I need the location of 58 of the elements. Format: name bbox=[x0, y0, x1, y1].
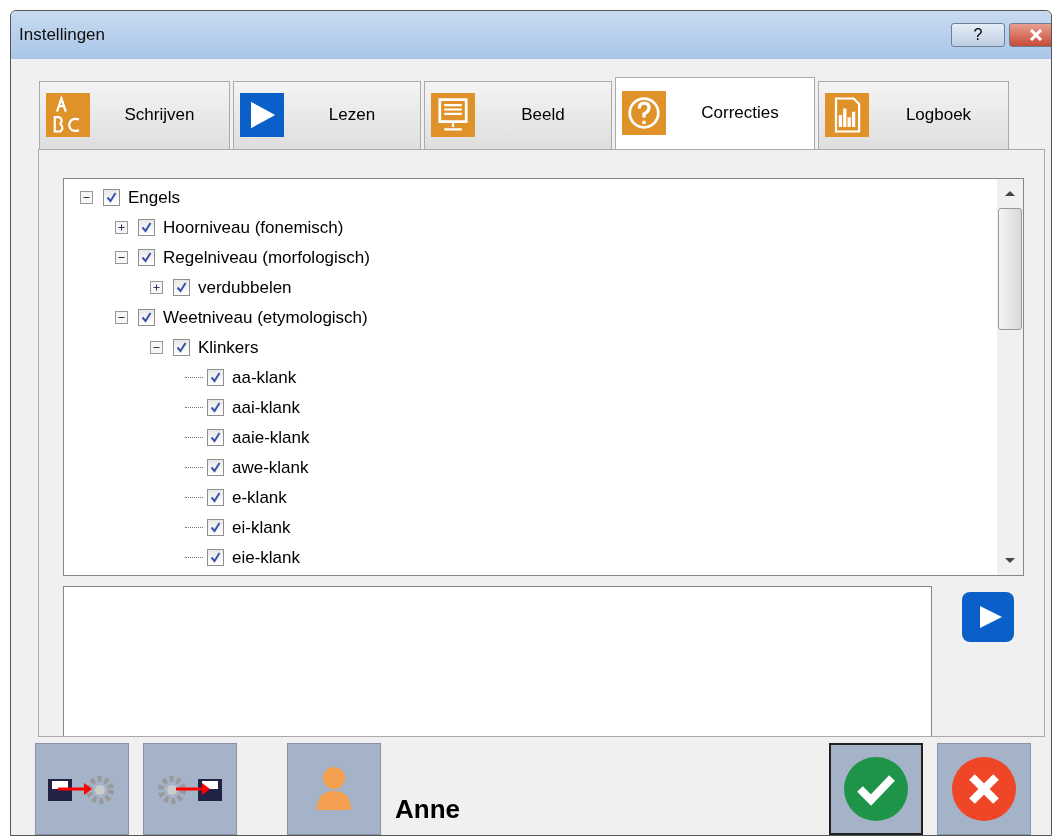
checkbox[interactable] bbox=[207, 459, 224, 477]
scrollbar[interactable] bbox=[997, 178, 1023, 575]
user-name: Anne bbox=[395, 793, 460, 825]
help-button[interactable]: ? bbox=[951, 22, 1005, 47]
cross-icon bbox=[951, 756, 1017, 822]
collapse-toggle[interactable] bbox=[115, 311, 128, 325]
checkbox[interactable] bbox=[207, 429, 224, 447]
tree-item-label[interactable]: e-klank bbox=[232, 487, 287, 508]
tree-item-label[interactable]: eie-klank bbox=[232, 547, 301, 568]
scroll-thumb[interactable] bbox=[998, 207, 1022, 330]
checkbox[interactable] bbox=[103, 189, 120, 207]
tree-item-label[interactable]: Regelniveau (morfologisch) bbox=[163, 247, 370, 268]
tab[interactable]: Schrijven bbox=[39, 80, 230, 149]
bar-chart-icon bbox=[825, 93, 869, 138]
checkbox[interactable] bbox=[207, 369, 224, 387]
scroll-up-icon[interactable] bbox=[1005, 190, 1015, 196]
checkbox[interactable] bbox=[138, 309, 155, 327]
collapse-toggle[interactable] bbox=[150, 341, 163, 355]
checkbox[interactable] bbox=[173, 339, 190, 357]
import-settings-button[interactable] bbox=[35, 743, 129, 835]
tree-item-label[interactable]: aai-klank bbox=[232, 397, 301, 418]
tree-item-label[interactable]: Engels bbox=[128, 187, 180, 208]
checkbox[interactable] bbox=[207, 399, 224, 417]
expand-toggle[interactable] bbox=[115, 221, 128, 235]
scroll-down-icon[interactable] bbox=[1005, 557, 1015, 563]
collapse-toggle[interactable] bbox=[80, 191, 93, 205]
tab[interactable]: Correcties bbox=[615, 76, 815, 149]
tree-item-label[interactable]: aa-klank bbox=[232, 367, 297, 388]
tab[interactable]: Beeld bbox=[424, 80, 612, 149]
collapse-toggle[interactable] bbox=[115, 251, 128, 265]
tab[interactable]: Logboek bbox=[818, 80, 1009, 149]
tree-item-label[interactable]: awe-klank bbox=[232, 457, 309, 478]
tree-item-label[interactable]: ei-klank bbox=[232, 517, 291, 538]
tab[interactable]: Lezen bbox=[233, 80, 421, 149]
tree-item-label[interactable]: Weetniveau (etymologisch) bbox=[163, 307, 368, 328]
close-icon bbox=[1028, 28, 1044, 41]
play-button[interactable] bbox=[962, 591, 1014, 642]
monitor-icon bbox=[431, 93, 475, 138]
checkbox[interactable] bbox=[138, 219, 155, 237]
cancel-button[interactable] bbox=[937, 743, 1031, 835]
tree-item-label[interactable]: aaie-klank bbox=[232, 427, 310, 448]
tree-item-label[interactable]: verdubbelen bbox=[198, 277, 292, 298]
checkbox[interactable] bbox=[207, 549, 224, 567]
checkbox[interactable] bbox=[207, 489, 224, 507]
play-icon bbox=[240, 93, 284, 138]
checkmark-icon bbox=[843, 756, 909, 822]
letters-icon bbox=[46, 93, 90, 138]
checkbox[interactable] bbox=[138, 249, 155, 267]
expand-toggle[interactable] bbox=[150, 281, 163, 295]
checkbox[interactable] bbox=[173, 279, 190, 297]
export-settings-button[interactable] bbox=[143, 743, 237, 835]
close-button[interactable] bbox=[1009, 22, 1051, 47]
window-title: Instellingen bbox=[19, 24, 106, 45]
checkbox[interactable] bbox=[207, 519, 224, 537]
tree-item-label[interactable]: Hoorniveau (fonemisch) bbox=[163, 217, 344, 238]
question-icon bbox=[622, 91, 666, 136]
ok-button[interactable] bbox=[829, 743, 923, 835]
tree-item-label[interactable]: Klinkers bbox=[198, 337, 259, 358]
